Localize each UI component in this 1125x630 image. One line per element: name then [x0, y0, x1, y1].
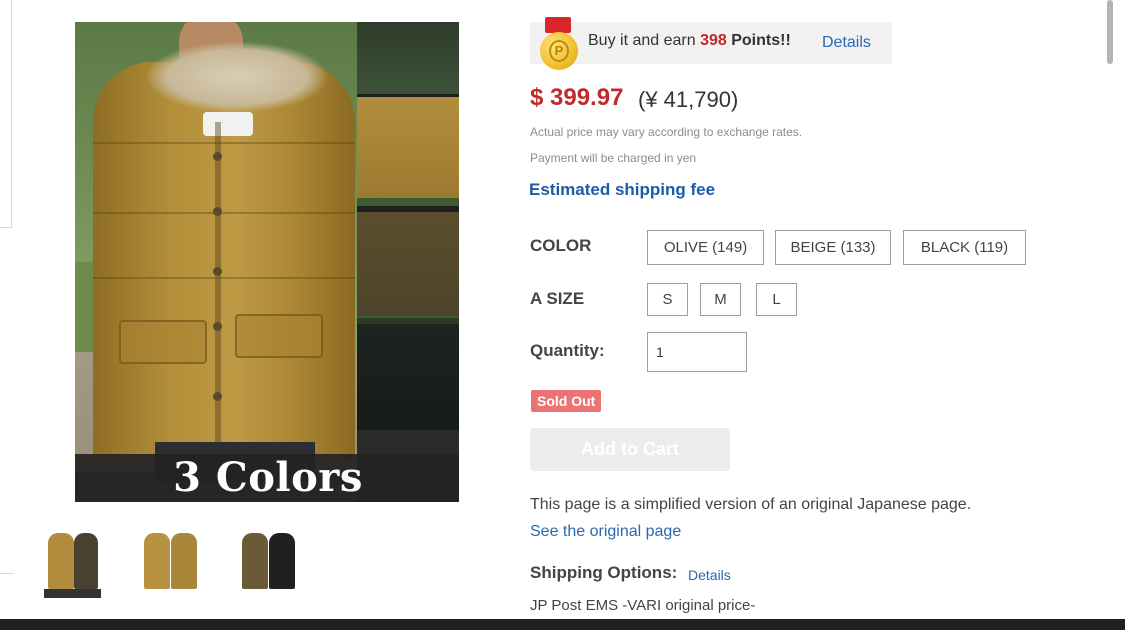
currency-note: Payment will be charged in yen — [530, 151, 697, 165]
shipping-method: JP Post EMS -VARI original price- — [530, 597, 756, 614]
left-panel-frame — [0, 0, 12, 228]
color-swatch-beige — [357, 94, 459, 198]
jacket-button — [213, 267, 222, 276]
color-swatch-black — [357, 318, 459, 430]
thumbnail-jacket — [242, 533, 268, 589]
shirt-collar — [203, 112, 253, 136]
estimated-shipping-fee-link[interactable]: Estimated shipping fee — [529, 180, 715, 200]
jacket-quilt-line — [93, 142, 355, 144]
price-jpy: (¥ 41,790) — [638, 87, 739, 112]
size-label: A SIZE — [530, 289, 585, 308]
jacket-quilt-line — [93, 212, 355, 214]
shipping-options-label: Shipping Options: — [530, 563, 678, 582]
sold-out-badge: Sold Out — [531, 390, 602, 412]
jacket-button — [213, 152, 222, 161]
thumbnail-jacket — [269, 533, 295, 589]
jacket-button — [213, 322, 222, 331]
jacket-button — [213, 392, 222, 401]
thumbnail-jacket — [48, 533, 74, 589]
quantity-input[interactable]: 1 — [647, 332, 747, 372]
price-usd: $ 399.97 — [530, 84, 624, 111]
points-medal-icon: P — [540, 17, 578, 71]
size-option-m[interactable]: M — [700, 283, 741, 316]
left-divider — [0, 573, 14, 574]
color-option-beige[interactable]: BEIGE (133) — [775, 230, 891, 265]
points-text: Buy it and earn 398 Points!! — [588, 32, 791, 50]
thumbnail-swatch — [74, 533, 98, 589]
points-details-link[interactable]: Details — [822, 34, 871, 52]
color-swatch-panel — [357, 22, 459, 94]
thumbnail-jacket — [144, 533, 170, 589]
size-option-s[interactable]: S — [647, 283, 688, 316]
jacket-quilt-line — [93, 277, 355, 279]
color-swatch-olive — [357, 206, 459, 316]
points-unit: Points!! — [731, 32, 791, 49]
fur-hood-trim — [147, 42, 327, 112]
thumbnail-caption-band — [44, 589, 101, 598]
jacket-pocket — [119, 320, 207, 364]
main-product-image[interactable]: 3 Colors — [75, 22, 459, 502]
shipping-details-link[interactable]: Details — [688, 567, 731, 583]
thumbnail-jacket — [171, 533, 197, 589]
medal-ribbon — [545, 17, 571, 33]
points-prefix: Buy it and earn — [588, 32, 696, 49]
thumbnail-2[interactable] — [142, 527, 199, 598]
medal-letter: P — [549, 40, 569, 62]
thumbnail-3[interactable] — [240, 527, 297, 598]
jacket-pocket — [235, 314, 323, 358]
color-option-olive[interactable]: OLIVE (149) — [647, 230, 764, 265]
image-caption: 3 Colors — [173, 454, 363, 501]
color-label: COLOR — [530, 236, 592, 255]
size-option-l[interactable]: L — [756, 283, 797, 316]
exchange-rate-note: Actual price may vary according to excha… — [530, 125, 803, 139]
vertical-scrollbar-thumb[interactable] — [1107, 0, 1113, 64]
jacket-button — [213, 207, 222, 216]
quantity-label: Quantity: — [530, 341, 605, 360]
product-page: 3 Colors P Buy it and earn 398 Points!! … — [0, 0, 1125, 630]
bottom-bar — [0, 619, 1125, 630]
add-to-cart-button[interactable]: Add to Cart — [530, 428, 730, 471]
simplified-page-notice: This page is a simplified version of an … — [530, 496, 972, 513]
thumbnail-1[interactable] — [44, 527, 101, 598]
points-amount: 398 — [700, 32, 727, 49]
see-original-page-link[interactable]: See the original page — [530, 523, 681, 541]
color-option-black[interactable]: BLACK (119) — [903, 230, 1026, 265]
